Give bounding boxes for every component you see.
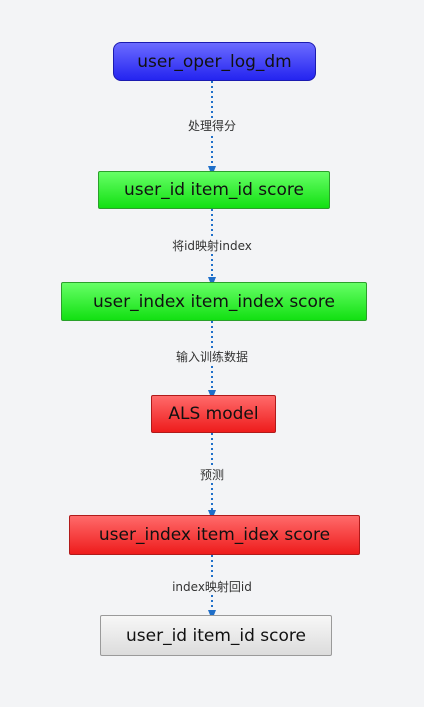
node-user-index-item-idex-score: user_index item_idex score xyxy=(69,515,360,555)
edge-label-5: index映射回id xyxy=(170,580,254,594)
node-user-item-score: user_id item_id score xyxy=(98,171,330,209)
edge-label-2: 将id映射index xyxy=(170,239,254,253)
edge-label-3: 输入训练数据 xyxy=(173,350,250,364)
node-user-oper-log-dm: user_oper_log_dm xyxy=(113,42,316,81)
flow-diagram: 处理得分 将id映射index 输入训练数据 预测 index映射回id use… xyxy=(0,0,424,707)
node-user-index-item-index-score: user_index item_index score xyxy=(61,282,367,321)
node-user-item-score-output: user_id item_id score xyxy=(100,615,332,656)
edge-label-1: 处理得分 xyxy=(185,119,238,133)
node-als-model: ALS model xyxy=(151,395,276,433)
edge-label-4: 预测 xyxy=(197,468,226,482)
